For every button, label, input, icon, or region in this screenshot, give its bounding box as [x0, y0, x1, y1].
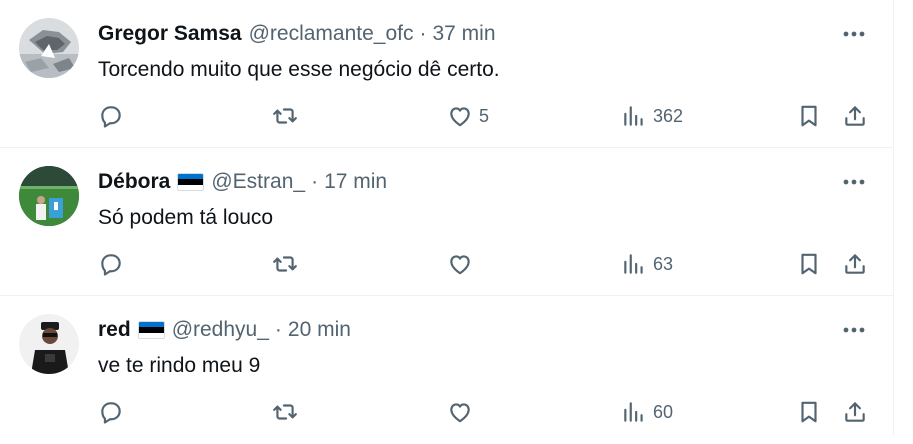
tweet[interactable]: Débora @Estran_ · 17 min Só podem tá lou… — [0, 148, 893, 296]
separator: · — [274, 318, 282, 341]
bookmark-button[interactable] — [796, 246, 822, 282]
retweet-icon — [273, 256, 297, 272]
heart-icon — [450, 255, 470, 275]
reply-button[interactable] — [98, 394, 124, 430]
avatar-image — [19, 166, 79, 226]
timestamp[interactable]: 20 min — [288, 316, 351, 344]
timestamp[interactable]: 17 min — [324, 168, 387, 196]
analytics-icon — [624, 254, 643, 274]
tweet-header: Gregor Samsa @reclamante_ofc · 37 min — [98, 20, 496, 48]
heart-icon — [450, 107, 470, 127]
share-icon — [845, 402, 865, 422]
like-count: 5 — [479, 106, 490, 126]
more-icon[interactable] — [841, 170, 867, 194]
user-handle[interactable]: @redhyu_ — [172, 316, 269, 344]
bookmark-icon — [801, 105, 817, 127]
share-button[interactable] — [842, 394, 868, 430]
view-count: 63 — [653, 254, 674, 274]
more-icon[interactable] — [841, 318, 867, 342]
separator: · — [311, 170, 319, 193]
estonia-flag-icon — [137, 321, 165, 339]
heart-icon — [450, 403, 470, 423]
avatar-image — [19, 314, 79, 374]
views-button[interactable]: 362 — [621, 98, 683, 134]
reply-feed: Gregor Samsa @reclamante_ofc · 37 min To… — [0, 0, 894, 436]
analytics-icon — [624, 106, 643, 126]
share-icon — [845, 106, 865, 126]
bookmark-icon — [801, 253, 817, 275]
avatar[interactable] — [19, 314, 79, 374]
share-icon — [845, 254, 865, 274]
retweet-icon — [273, 404, 297, 420]
tweet-text: ve te rindo meu 9 — [98, 354, 261, 377]
user-handle[interactable]: @Estran_ — [211, 168, 305, 196]
display-name[interactable]: red — [98, 316, 131, 344]
avatar-image — [19, 18, 79, 78]
view-count: 60 — [653, 402, 674, 422]
tweet[interactable]: Gregor Samsa @reclamante_ofc · 37 min To… — [0, 0, 893, 148]
reply-icon — [101, 106, 121, 128]
view-count: 362 — [653, 106, 684, 126]
bookmark-button[interactable] — [796, 98, 822, 134]
user-handle[interactable]: @reclamante_ofc — [249, 20, 414, 48]
views-button[interactable]: 60 — [621, 394, 673, 430]
tweet[interactable]: red @redhyu_ · 20 min ve te rindo meu 9 … — [0, 296, 893, 444]
timestamp[interactable]: 37 min — [432, 20, 495, 48]
like-button[interactable] — [447, 246, 479, 282]
retweet-icon — [273, 108, 297, 124]
retweet-button[interactable] — [272, 246, 298, 282]
share-button[interactable] — [842, 246, 868, 282]
reply-icon — [101, 254, 121, 276]
views-button[interactable]: 63 — [621, 246, 673, 282]
avatar[interactable] — [19, 18, 79, 78]
like-button[interactable] — [447, 394, 479, 430]
like-button[interactable]: 5 — [447, 98, 489, 134]
estonia-flag-icon — [177, 173, 205, 191]
display-name[interactable]: Débora — [98, 168, 170, 196]
reply-button[interactable] — [98, 246, 124, 282]
bookmark-button[interactable] — [796, 394, 822, 430]
analytics-icon — [624, 402, 643, 422]
retweet-button[interactable] — [272, 394, 298, 430]
tweet-header: red @redhyu_ · 20 min — [98, 316, 351, 344]
retweet-button[interactable] — [272, 98, 298, 134]
tweet-text: Só podem tá louco — [98, 206, 274, 229]
reply-icon — [101, 402, 121, 424]
reply-button[interactable] — [98, 98, 124, 134]
separator: · — [419, 22, 427, 45]
more-icon[interactable] — [841, 22, 867, 46]
tweet-header: Débora @Estran_ · 17 min — [98, 168, 387, 196]
share-button[interactable] — [842, 98, 868, 134]
display-name[interactable]: Gregor Samsa — [98, 20, 242, 48]
tweet-text: Torcendo muito que esse negócio dê certo… — [98, 58, 500, 81]
avatar[interactable] — [19, 166, 79, 226]
bookmark-icon — [801, 401, 817, 423]
